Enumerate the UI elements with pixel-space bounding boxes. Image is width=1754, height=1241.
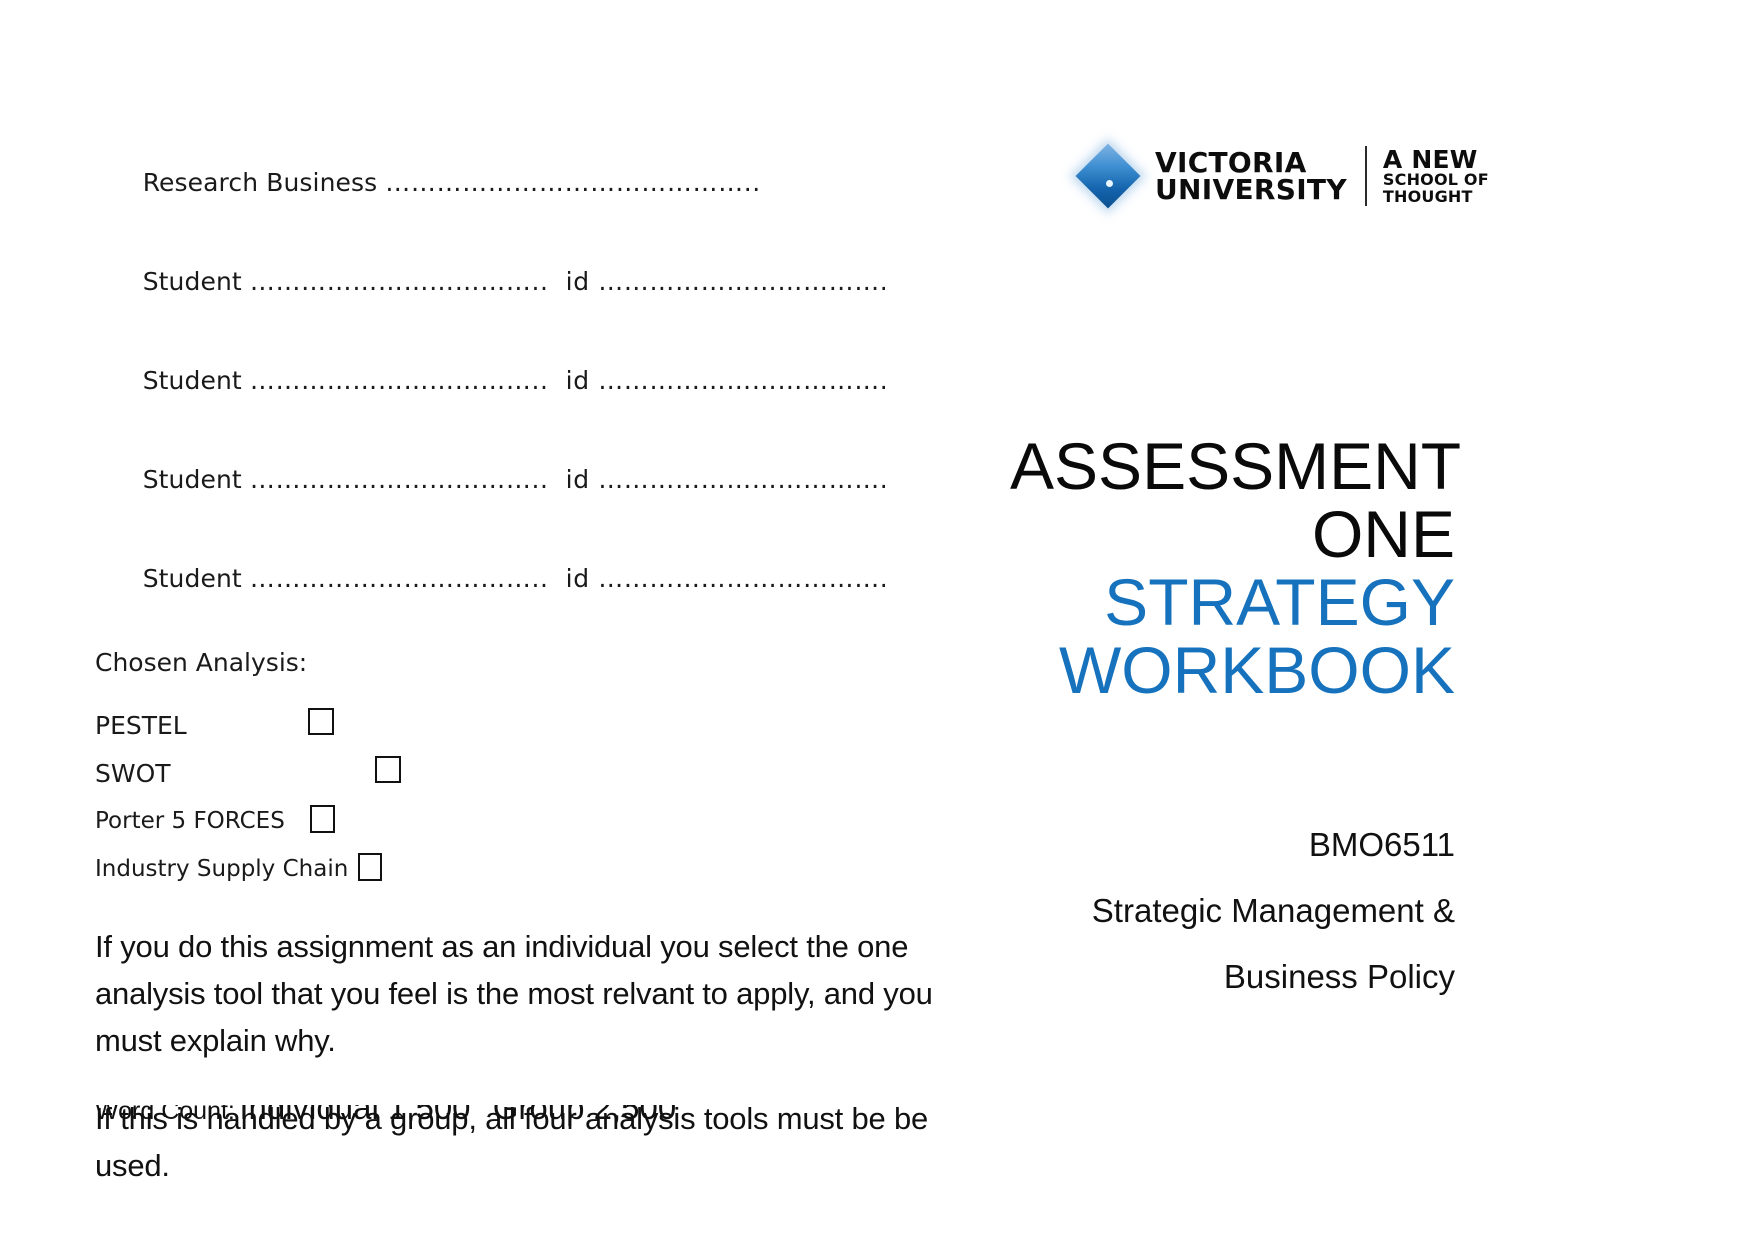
- course-name-line-1: Strategic Management &: [1091, 892, 1455, 929]
- title-line-workbook: WORKBOOK: [1058, 633, 1455, 707]
- field-student-3: Student …………………………….. id …………………………….: [95, 442, 995, 517]
- cover-form-section: Research Business …………………………………….. Stude…: [95, 145, 995, 1220]
- word-count-clipped-region: Word Count: Individual 1,500 Group 2,500: [95, 1105, 995, 1129]
- fill-in-dots[interactable]: …………………………….. id …………………………….: [250, 366, 889, 395]
- course-info: BMO6511 Strategic Management & Business …: [1010, 812, 1455, 1010]
- title-line-strategy: STRATEGY: [1104, 565, 1455, 639]
- victoria-university-logo: VICTORIA UNIVERSITY A NEW SCHOOL OF THOU…: [1075, 138, 1489, 214]
- option-label-swot: SWOT: [95, 759, 171, 788]
- option-row-swot: SWOT: [95, 753, 995, 801]
- checkbox-pestel[interactable]: [308, 708, 334, 735]
- checkbox-swot[interactable]: [375, 756, 401, 783]
- field-student-2: Student …………………………….. id …………………………….: [95, 343, 995, 418]
- cover-title-section: VICTORIA UNIVERSITY A NEW SCHOOL OF THOU…: [1010, 0, 1710, 1241]
- logo-wordmark: VICTORIA UNIVERSITY: [1155, 145, 1347, 206]
- option-label-pestel: PESTEL: [95, 711, 187, 740]
- field-student-1: Student …………………………….. id …………………………….: [95, 244, 995, 319]
- page-title: ASSESSMENT ONE STRATEGY WORKBOOK: [1010, 429, 1462, 707]
- option-label-porter-5-forces: Porter 5 FORCES: [95, 808, 285, 834]
- course-code: BMO6511: [1308, 826, 1455, 863]
- option-row-industry-supply-chain: Industry Supply Chain: [95, 849, 995, 897]
- logo-tagline: A NEW SCHOOL OF THOUGHT: [1383, 147, 1489, 205]
- logo-tagline-line-1: A NEW: [1382, 144, 1478, 174]
- fill-in-dots[interactable]: …………………………….. id …………………………….: [250, 564, 889, 593]
- field-label: Research Business: [142, 168, 386, 197]
- logo-tagline-line-3: THOUGHT: [1382, 186, 1473, 206]
- logo-divider: [1364, 146, 1367, 206]
- field-research-business: Research Business ……………………………………..: [95, 145, 995, 220]
- logo-name-line-2: UNIVERSITY: [1155, 173, 1347, 206]
- logo-name-line-1: VICTORIA: [1155, 145, 1307, 179]
- word-count-line: Word Count: Individual 1,500 Group 2,500: [95, 1105, 676, 1127]
- option-row-pestel: PESTEL: [95, 705, 995, 753]
- word-count-group: Group 2,500: [492, 1105, 677, 1126]
- checkbox-industry-supply-chain[interactable]: [358, 853, 382, 881]
- word-count-individual: Individual 1,500: [239, 1105, 471, 1126]
- fill-in-dots[interactable]: …………………………….. id …………………………….: [250, 465, 889, 494]
- fill-in-dots[interactable]: …………………………….. id …………………………….: [250, 267, 889, 296]
- course-name-line-2: Business Policy: [1223, 958, 1455, 995]
- checkbox-porter-5-forces[interactable]: [310, 805, 335, 833]
- field-label: Student: [142, 267, 250, 296]
- diamond-icon: [1075, 143, 1141, 209]
- fill-in-dots[interactable]: ……………………………………..: [385, 168, 761, 197]
- chosen-analysis-heading: Chosen Analysis:: [95, 648, 308, 677]
- field-student-4: Student …………………………….. id …………………………….: [95, 541, 995, 616]
- word-count-label: Word Count:: [95, 1105, 235, 1125]
- document-page: Research Business …………………………………….. Stude…: [0, 0, 1754, 1241]
- instruction-paragraph-individual: If you do this assignment as an individu…: [95, 929, 933, 1058]
- title-line-assessment: ASSESSMENT: [1010, 429, 1462, 503]
- option-label-industry-supply-chain: Industry Supply Chain: [95, 856, 349, 882]
- option-row-porter-5-forces: Porter 5 FORCES: [95, 801, 995, 849]
- title-line-one: ONE: [1311, 497, 1455, 571]
- field-label: Student: [142, 465, 250, 494]
- field-label: Student: [142, 564, 250, 593]
- field-label: Student: [142, 366, 250, 395]
